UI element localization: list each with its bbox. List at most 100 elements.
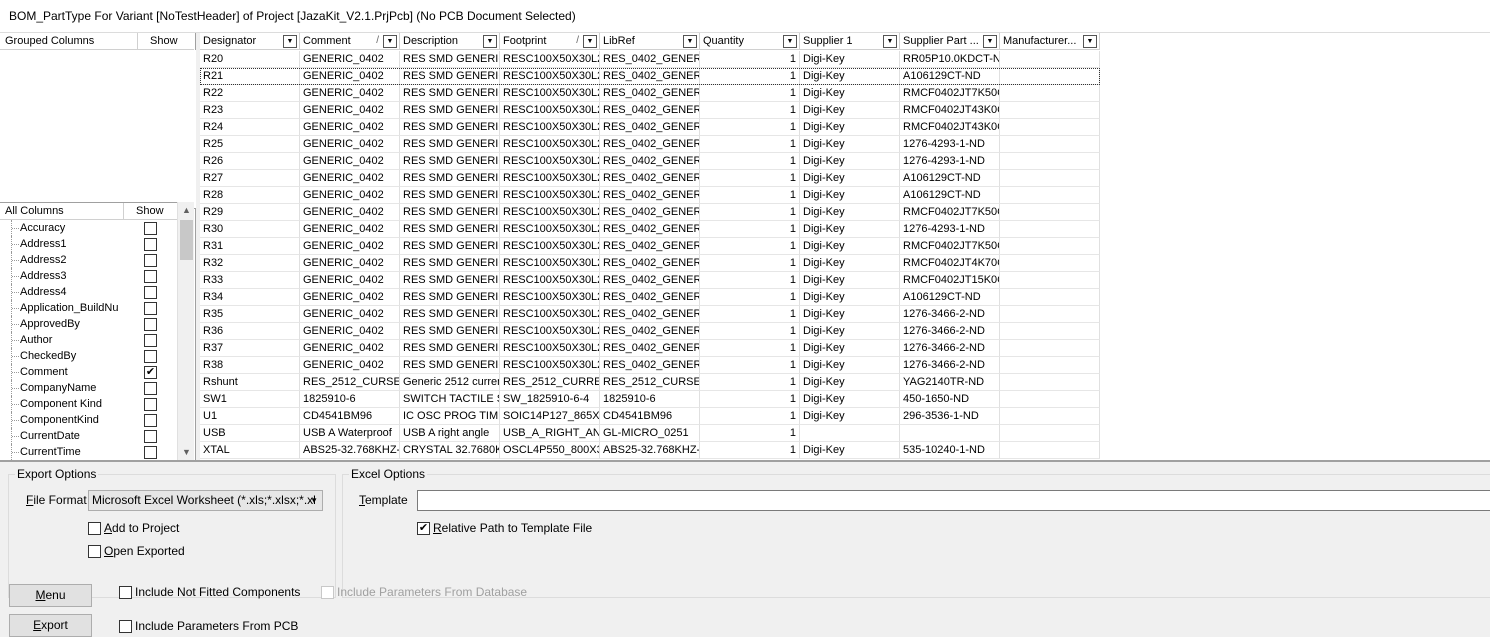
table-cell[interactable]: 1 <box>700 136 800 153</box>
table-cell[interactable]: 1276-4293-1-ND <box>900 221 1000 238</box>
table-cell[interactable]: 1 <box>700 102 800 119</box>
table-cell[interactable]: RESC100X50X30L25 <box>500 119 600 136</box>
table-row[interactable]: R28 GENERIC_0402 RES SMD GENERIC RESC100X50… <box>200 187 1100 204</box>
table-cell[interactable]: R29 <box>200 204 300 221</box>
table-row[interactable]: R21 GENERIC_0402 RES SMD GENERIC RESC100X50… <box>200 68 1100 85</box>
table-cell[interactable] <box>1000 374 1100 391</box>
table-cell[interactable]: GENERIC_0402 <box>300 289 400 306</box>
table-cell[interactable]: 535-10240-1-ND <box>900 442 1000 459</box>
grouped-columns-list[interactable] <box>0 50 196 209</box>
table-cell[interactable]: RES SMD GENERIC <box>400 204 500 221</box>
table-cell[interactable]: GENERIC_0402 <box>300 221 400 238</box>
table-cell[interactable]: RMCF0402JT7K50CT <box>900 238 1000 255</box>
table-cell[interactable]: RESC100X50X30L25 <box>500 136 600 153</box>
table-cell[interactable]: RES_2512_CURRENT <box>500 374 600 391</box>
table-cell[interactable] <box>800 425 900 442</box>
table-row[interactable]: R36 GENERIC_0402 RES SMD GENERIC RESC100X50… <box>200 323 1100 340</box>
column-show-checkbox[interactable] <box>144 398 157 411</box>
column-item[interactable]: Address3 <box>0 268 177 284</box>
table-cell[interactable]: RR05P10.0KDCT-ND <box>900 51 1000 68</box>
table-cell[interactable]: CRYSTAL 32.7680KHZ <box>400 442 500 459</box>
table-cell[interactable]: RES_0402_GENERIC <box>600 153 700 170</box>
table-cell[interactable]: RESC100X50X30L25 <box>500 68 600 85</box>
table-cell[interactable] <box>1000 221 1100 238</box>
table-cell[interactable]: Digi-Key <box>800 136 900 153</box>
table-cell[interactable]: 1 <box>700 391 800 408</box>
table-cell[interactable]: RES_0402_GENERIC <box>600 170 700 187</box>
column-header[interactable]: Quantity ▼ <box>700 33 800 50</box>
column-show-checkbox[interactable]: ✔ <box>144 366 157 379</box>
table-cell[interactable]: 1 <box>700 289 800 306</box>
table-cell[interactable] <box>1000 51 1100 68</box>
table-cell[interactable]: USB A right angle <box>400 425 500 442</box>
column-show-checkbox[interactable] <box>144 302 157 315</box>
table-cell[interactable]: RMCF0402JT43K0CT <box>900 102 1000 119</box>
table-cell[interactable]: Digi-Key <box>800 272 900 289</box>
column-header[interactable]: Manufacturer... ▼ <box>1000 33 1100 50</box>
table-cell[interactable]: R38 <box>200 357 300 374</box>
table-cell[interactable] <box>1000 408 1100 425</box>
file-format-select[interactable]: Microsoft Excel Worksheet (*.xls;*.xlsx;… <box>88 490 323 511</box>
table-cell[interactable]: Digi-Key <box>800 51 900 68</box>
table-cell[interactable]: 1276-3466-2-ND <box>900 323 1000 340</box>
column-show-checkbox[interactable] <box>144 222 157 235</box>
table-cell[interactable]: RMCF0402JT4K70CT <box>900 255 1000 272</box>
table-cell[interactable]: RESC100X50X30L25 <box>500 204 600 221</box>
column-show-checkbox[interactable] <box>144 350 157 363</box>
table-row[interactable]: SW11825910-6SWITCH TACTILE SPSTSW_182591… <box>200 391 1100 408</box>
table-row[interactable]: RshuntRES_2512_CURSENSEGeneric 2512 curr… <box>200 374 1100 391</box>
table-cell[interactable]: 1 <box>700 442 800 459</box>
table-cell[interactable]: 1 <box>700 306 800 323</box>
column-header[interactable]: Description ▼ <box>400 33 500 50</box>
table-cell[interactable]: 1 <box>700 153 800 170</box>
table-cell[interactable]: RES_0402_GENERIC <box>600 323 700 340</box>
table-cell[interactable]: RES SMD GENERIC <box>400 102 500 119</box>
table-cell[interactable]: RES_0402_GENERIC <box>600 306 700 323</box>
table-cell[interactable]: ABS25-32.768KHZ-6 <box>300 442 400 459</box>
column-item[interactable]: CheckedBy <box>0 348 177 364</box>
table-cell[interactable]: RMCF0402JT43K0CT <box>900 119 1000 136</box>
table-row[interactable]: R29 GENERIC_0402 RES SMD GENERIC RESC100X50… <box>200 204 1100 221</box>
table-cell[interactable]: GENERIC_0402 <box>300 136 400 153</box>
table-cell[interactable]: RES_0402_GENERIC <box>600 136 700 153</box>
table-cell[interactable]: Digi-Key <box>800 391 900 408</box>
table-row[interactable]: USB USB A Waterproof USB A right angle USB_… <box>200 425 1100 442</box>
table-cell[interactable]: RESC100X50X30L25 <box>500 289 600 306</box>
table-cell[interactable]: R35 <box>200 306 300 323</box>
table-cell[interactable]: 296-3536-1-ND <box>900 408 1000 425</box>
table-row[interactable]: R24 GENERIC_0402 RES SMD GENERIC RESC100X50… <box>200 119 1100 136</box>
filter-dropdown-icon[interactable]: ▼ <box>883 35 897 48</box>
table-cell[interactable]: GENERIC_0402 <box>300 323 400 340</box>
table-cell[interactable] <box>1000 323 1100 340</box>
table-cell[interactable]: RESC100X50X30L25 <box>500 187 600 204</box>
table-cell[interactable]: Digi-Key <box>800 289 900 306</box>
table-cell[interactable]: 1 <box>700 221 800 238</box>
table-cell[interactable]: RES_0402_GENERIC <box>600 255 700 272</box>
table-cell[interactable]: Rshunt <box>200 374 300 391</box>
table-cell[interactable]: 1276-3466-2-ND <box>900 340 1000 357</box>
table-cell[interactable]: Digi-Key <box>800 170 900 187</box>
column-show-checkbox[interactable] <box>144 382 157 395</box>
table-cell[interactable]: GENERIC_0402 <box>300 340 400 357</box>
table-cell[interactable] <box>1000 272 1100 289</box>
table-cell[interactable]: Digi-Key <box>800 323 900 340</box>
table-cell[interactable]: GENERIC_0402 <box>300 51 400 68</box>
filter-dropdown-icon[interactable]: ▼ <box>483 35 497 48</box>
table-cell[interactable]: RES SMD GENERIC <box>400 51 500 68</box>
table-cell[interactable]: Digi-Key <box>800 187 900 204</box>
table-cell[interactable]: 1 <box>700 255 800 272</box>
table-cell[interactable]: GENERIC_0402 <box>300 85 400 102</box>
table-cell[interactable]: A106129CT-ND <box>900 68 1000 85</box>
table-cell[interactable]: 1 <box>700 85 800 102</box>
column-show-checkbox[interactable] <box>144 414 157 427</box>
columns-scrollbar[interactable]: ▲ ▼ <box>177 202 194 461</box>
table-cell[interactable]: RESC100X50X30L25 <box>500 357 600 374</box>
table-cell[interactable]: 1276-4293-1-ND <box>900 153 1000 170</box>
table-cell[interactable]: Digi-Key <box>800 204 900 221</box>
table-cell[interactable]: R25 <box>200 136 300 153</box>
table-cell[interactable]: RESC100X50X30L25 <box>500 153 600 170</box>
table-cell[interactable]: RESC100X50X30L25 <box>500 51 600 68</box>
table-cell[interactable]: Digi-Key <box>800 306 900 323</box>
table-row[interactable]: R35 GENERIC_0402 RES SMD GENERIC RESC100X50… <box>200 306 1100 323</box>
table-cell[interactable]: Digi-Key <box>800 374 900 391</box>
